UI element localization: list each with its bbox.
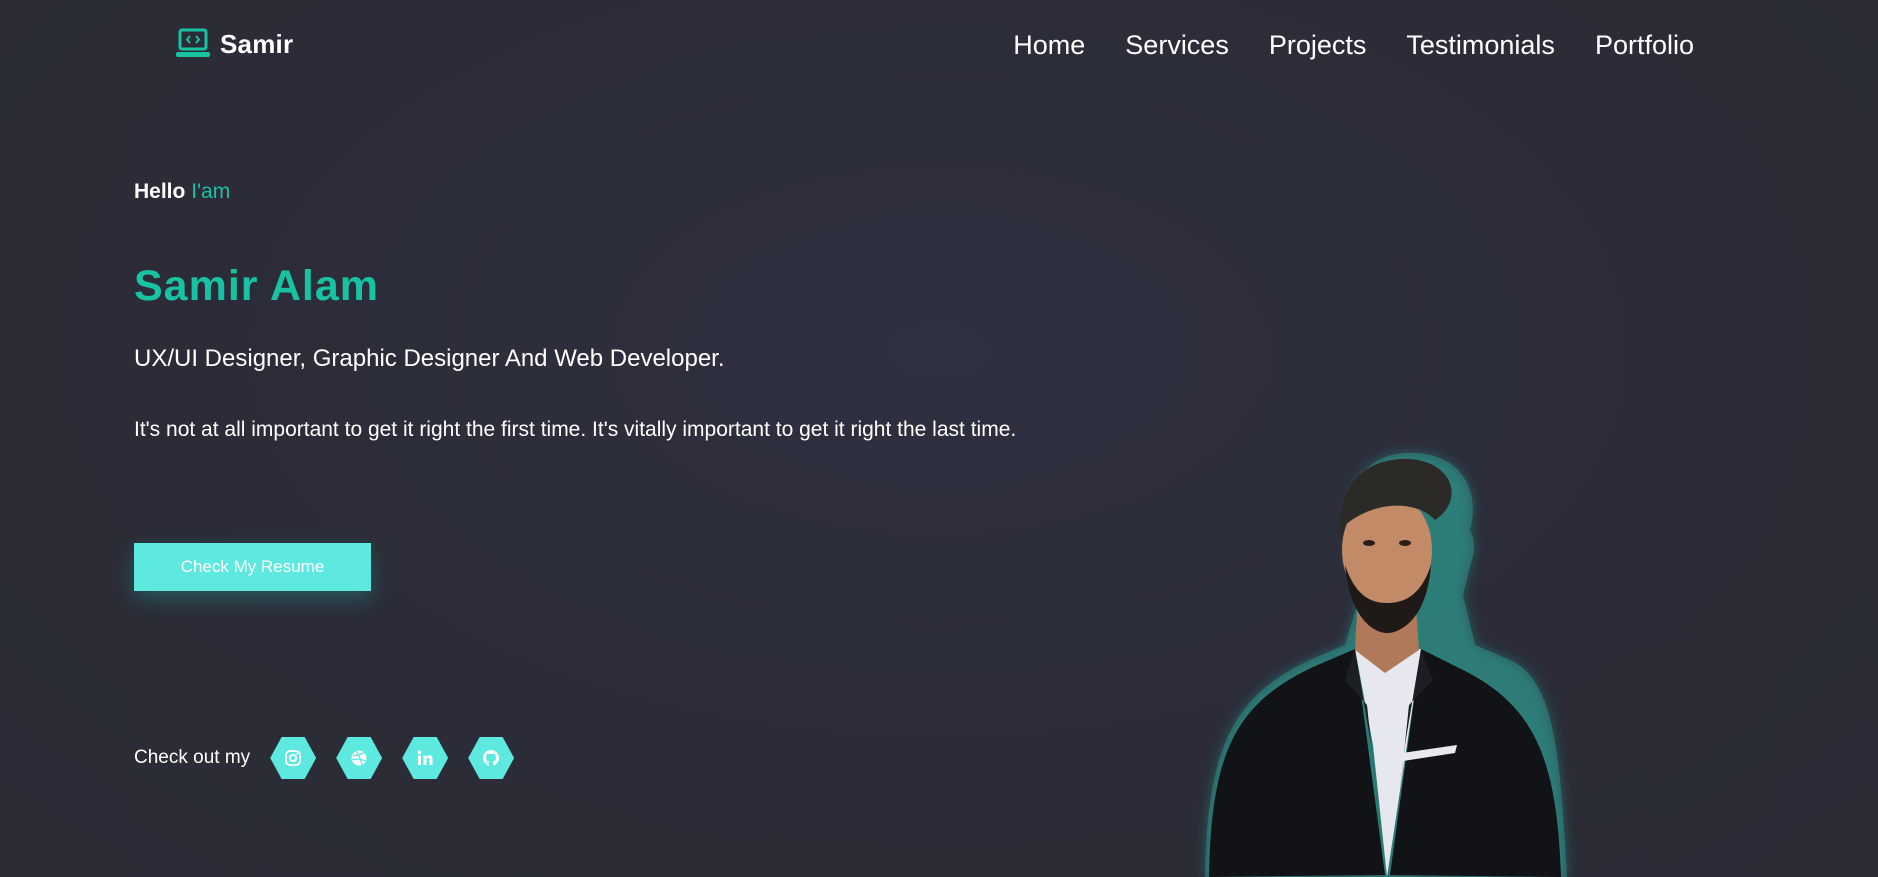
page: Samir Home Services Projects Testimonial… [0,0,1878,877]
nav-item-home[interactable]: Home [1013,30,1085,61]
laptop-code-icon [176,28,210,57]
github-icon [483,750,500,766]
nav-item-projects[interactable]: Projects [1269,30,1367,61]
nav-item-testimonials[interactable]: Testimonials [1406,30,1555,61]
logo-text: Samir [220,28,294,59]
nav-item-portfolio[interactable]: Portfolio [1595,30,1694,61]
instagram-link[interactable] [270,737,317,779]
social-links: Check out my [134,737,534,779]
main-nav: Home Services Projects Testimonials Port… [1013,30,1694,61]
linkedin-link[interactable] [402,737,449,779]
nav-item-services[interactable]: Services [1125,30,1229,61]
profile-photo [1205,452,1567,877]
hero-roles: UX/UI Designer, Graphic Designer And Web… [134,345,725,372]
github-link[interactable] [468,737,515,779]
hero-quote: It's not at all important to get it righ… [134,418,1017,441]
dribbble-icon [351,750,367,766]
dribbble-link[interactable] [336,737,383,779]
logo[interactable]: Samir [175,28,293,60]
social-label: Check out my [134,747,251,768]
check-resume-button[interactable]: Check My Resume [134,543,371,591]
hero-name: Samir Alam [134,262,380,310]
greeting-text: Hello [134,180,186,203]
instagram-icon [285,750,302,766]
linkedin-icon [417,750,433,765]
greeting: Hello I'am [134,180,230,204]
greeting-accent: I'am [191,180,231,203]
